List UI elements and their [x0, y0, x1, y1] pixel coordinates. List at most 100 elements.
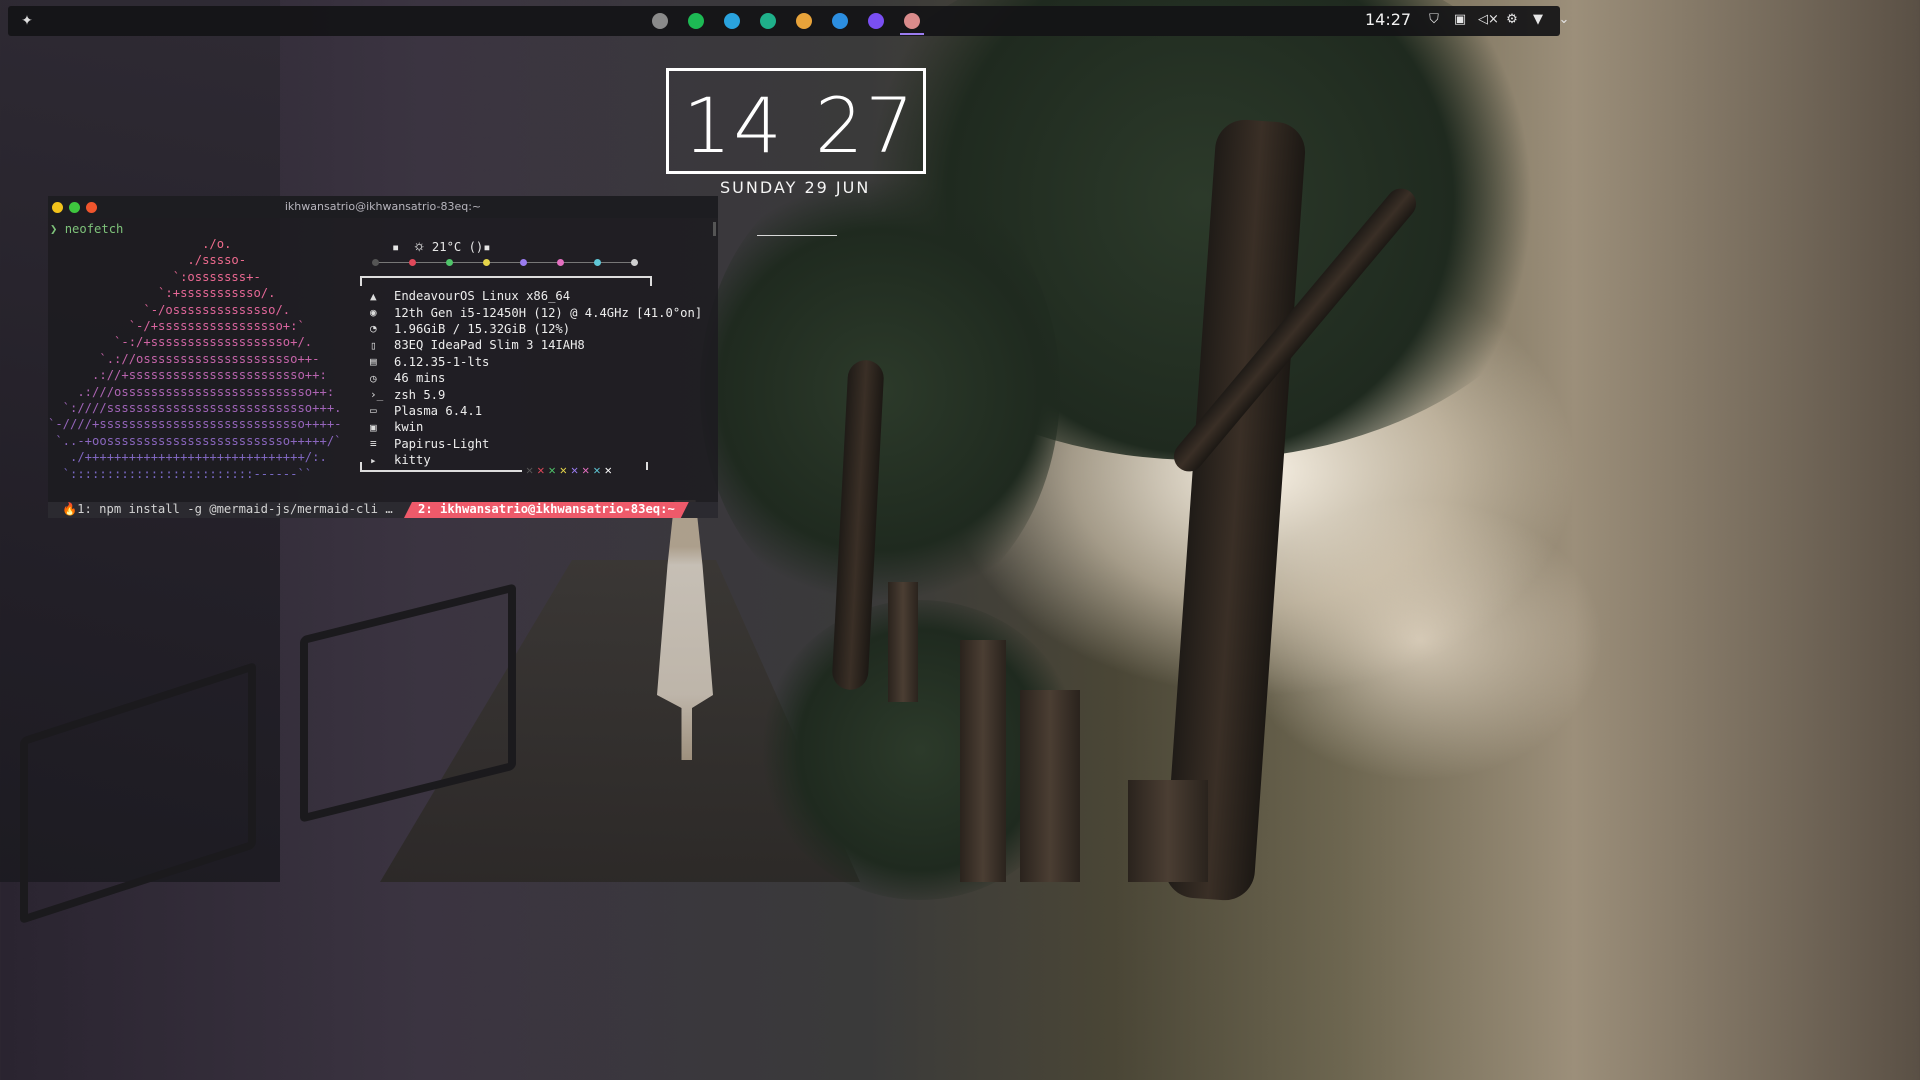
color-track-dot — [409, 259, 416, 266]
fctix-icon-glyph — [868, 13, 884, 29]
kernel-icon: ▤ — [370, 355, 377, 369]
top-panel: ✦ 14:27 ⛉ ▣ ◁× ⚙ ▼ ⌄ — [8, 6, 1569, 36]
prompt-line: ❯ neofetch — [50, 222, 123, 236]
palette-x-mark: ✕ — [548, 463, 560, 477]
info-value: zsh 5.9 — [394, 387, 446, 402]
color-track-dot — [557, 259, 564, 266]
info-value: 83EQ IdeaPad Slim 3 14IAH8 — [394, 338, 585, 353]
volume-muted-icon[interactable]: ◁× — [1478, 11, 1499, 29]
logo-line: `.://osssssssssssssssssssso++- — [48, 351, 320, 366]
logo-line: `..-+oosssssssssssssssssssssssso+++++/` — [48, 433, 342, 448]
microsoft-store-icon[interactable] — [792, 8, 816, 34]
color-palette-marks: ✕✕✕✕✕✕✕✕ — [526, 463, 616, 477]
info-value: 1.96GiB / 15.32GiB (12%) — [394, 321, 571, 336]
microsoft-store-icon-glyph — [796, 13, 812, 29]
terminal-tab-bar: 🔥1: npm install -g @mermaid-js/mermaid-c… — [48, 502, 718, 518]
info-value: Plasma 6.4.1 — [394, 403, 483, 418]
gitkraken-icon[interactable] — [756, 8, 780, 34]
chevron-down-icon[interactable]: ⌄ — [1556, 11, 1572, 29]
endeavouros-ascii-logo: ./o. ./sssso- `:osssssss+- `:+ssssssssss… — [48, 236, 388, 482]
wallpaper-fence-post — [960, 640, 1006, 882]
logo-line: `:osssssss+- — [48, 269, 261, 284]
shield-icon[interactable]: ⛉ — [1426, 11, 1442, 29]
terminal-cat-icon-glyph — [904, 13, 920, 29]
tab-npm-install[interactable]: 🔥1: npm install -g @mermaid-js/mermaid-c… — [62, 502, 393, 516]
spotify-icon[interactable] — [684, 8, 708, 34]
spotify-icon-glyph — [688, 13, 704, 29]
logo-line: ./o. — [48, 237, 232, 251]
color-track-dot — [372, 259, 379, 266]
clipboard-icon[interactable]: ▣ — [1452, 11, 1468, 29]
palette-x-mark: ✕ — [537, 463, 549, 477]
info-frame-bottom — [360, 462, 522, 472]
terminal-titlebar[interactable]: ikhwansatrio@ikhwansatrio-83eq:~ — [48, 196, 718, 218]
info-row: ◉ 12th Gen i5-12450H (12) @ 4.4GHz [41.0°… — [370, 304, 702, 320]
memory-icon: ◔ — [370, 322, 377, 336]
info-row: ▯ 83EQ IdeaPad Slim 3 14IAH8 — [370, 337, 702, 353]
settings-icon[interactable]: ⚙ — [1504, 11, 1520, 29]
system-info: ▲ EndeavourOS Linux x86_64 ◉ 12th Gen i5-12… — [370, 288, 702, 468]
terminal-window[interactable]: ikhwansatrio@ikhwansatrio-83eq:~ ❯ neofe… — [48, 196, 718, 518]
info-row: ≡ Papirus-Light — [370, 436, 702, 452]
wallpaper-fence-post — [1128, 780, 1208, 882]
desktop-date: SUNDAY 29 JUN — [720, 178, 871, 197]
info-row: ›_ zsh 5.9 — [370, 386, 702, 402]
info-value: kwin — [394, 420, 424, 435]
palette-x-mark: ✕ — [570, 463, 583, 477]
color-track-dot — [446, 259, 453, 266]
shell-icon: ›_ — [370, 388, 384, 402]
logo-line: ./sssso- — [48, 253, 247, 268]
panel-clock[interactable]: 14:27 — [1365, 10, 1411, 29]
system-tray: ⛉ ▣ ◁× ⚙ ▼ ⌄ — [1426, 11, 1572, 29]
weather-line: ▪ 🌣 21°C ()▪ — [392, 240, 491, 254]
terminal-cat-icon[interactable] — [900, 8, 924, 35]
info-frame-top — [360, 276, 652, 286]
info-frame-bottom-right — [646, 462, 648, 470]
palette-x-mark: ✕ — [526, 463, 538, 477]
logo-line: `:////ssssssssssssssssssssssssssso+++. — [48, 401, 342, 416]
info-value: EndeavourOS Linux x86_64 — [394, 289, 571, 304]
logo-line: .:///ossssssssssssssssssssssssso++: — [48, 384, 335, 399]
window-title: ikhwansatrio@ikhwansatrio-83eq:~ — [284, 200, 482, 213]
info-row: ▭ Plasma 6.4.1 — [370, 403, 702, 419]
chromium-icon-glyph — [652, 13, 668, 29]
logo-line: `:+sssssssssso/. — [48, 286, 276, 301]
info-row: ▲ EndeavourOS Linux x86_64 — [370, 288, 702, 304]
info-value: 6.12.35-1-lts — [394, 354, 490, 369]
wallpaper-fence-post — [888, 582, 918, 702]
info-row: ▤ 6.12.35-1-lts — [370, 354, 702, 370]
logo-line: `-:/+sssssssssssssssssso+/. — [48, 335, 313, 350]
desktop-icon: ▭ — [370, 404, 377, 418]
color-track-dot — [631, 259, 638, 266]
info-row: ◷ 46 mins — [370, 370, 702, 386]
wifi-icon[interactable]: ▼ — [1530, 11, 1546, 29]
info-row: ▣ kwin — [370, 419, 702, 435]
logo-line: `-////+ssssssssssssssssssssssssssso++++- — [48, 417, 342, 432]
palette-x-mark: ✕ — [559, 463, 571, 477]
logo-line: `-/+sssssssssssssssso+:` — [48, 319, 305, 334]
info-value: 12th Gen i5-12450H (12) @ 4.4GHz [41.0°o… — [394, 305, 703, 320]
files-icon[interactable] — [828, 8, 852, 34]
color-track-dot — [483, 259, 490, 266]
color-track-dot — [520, 259, 527, 266]
uptime-icon: ◷ — [370, 371, 377, 385]
logo-line: `:::::::::::::::::::::::::------`` — [48, 466, 313, 481]
desktop-clock-widget: 14 27 — [666, 68, 926, 174]
window-manager-icon: ▣ — [370, 420, 377, 434]
fctix-icon[interactable] — [864, 8, 888, 34]
gitkraken-icon-glyph — [760, 13, 776, 29]
color-track-dot — [594, 259, 601, 266]
info-value: 46 mins — [394, 371, 446, 386]
prompt-symbol: ❯ — [50, 222, 58, 236]
wallpaper-fence-post — [1020, 690, 1080, 882]
info-value: Papirus-Light — [394, 436, 490, 451]
app-launcher-icon[interactable]: ✦ — [18, 12, 36, 30]
tab-active-shell[interactable]: 2: ikhwansatrio@ikhwansatrio-83eq:~ — [404, 502, 689, 518]
chromium-icon[interactable] — [648, 8, 672, 34]
telegram-icon[interactable] — [720, 8, 744, 34]
host-icon: ▯ — [370, 338, 377, 352]
terminal-content[interactable]: ❯ neofetch ./o. ./sssso- `:osssssss+- `:… — [48, 218, 718, 500]
logo-line: .://+ssssssssssssssssssssssso++: — [48, 368, 327, 383]
files-icon-glyph — [832, 13, 848, 29]
logo-line: ./++++++++++++++++++++++++++++++/:. — [48, 450, 327, 465]
